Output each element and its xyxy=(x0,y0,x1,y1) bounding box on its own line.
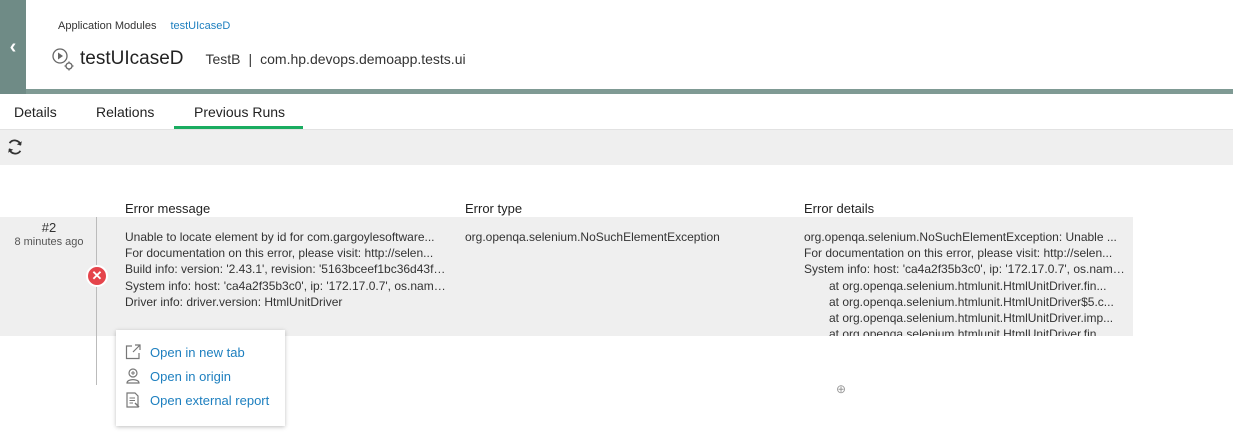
error-details-line: org.openqa.selenium.NoSuchElementExcepti… xyxy=(804,230,1117,244)
column-header-error-type: Error type xyxy=(465,201,523,216)
error-message-line: Driver info: driver.version: HtmlUnitDri… xyxy=(125,295,343,309)
tab-previous-runs[interactable]: Previous Runs xyxy=(174,99,303,129)
run-timeline xyxy=(96,217,97,385)
error-message-line: Unable to locate element by id for com.g… xyxy=(125,230,435,244)
test-class-name: TestB xyxy=(205,51,241,67)
report-icon xyxy=(126,392,140,408)
back-button[interactable]: ‹ xyxy=(0,0,26,94)
error-details-line: at org.openqa.selenium.htmlunit.HtmlUnit… xyxy=(829,327,1107,336)
error-message-line: For documentation on this error, please … xyxy=(125,246,434,260)
menu-item-open-origin[interactable]: Open in origin xyxy=(116,364,285,388)
tab-details[interactable]: Details xyxy=(14,99,74,129)
error-details-line: at org.openqa.selenium.htmlunit.HtmlUnit… xyxy=(829,278,1107,293)
run-context-menu: Open in new tab Open in origin Open exte… xyxy=(116,330,285,426)
column-header-error-details: Error details xyxy=(804,201,875,216)
run-number: #2 xyxy=(41,220,57,235)
error-details-line: at org.openqa.selenium.htmlunit.HtmlUnit… xyxy=(829,294,1114,309)
page-title: testUIcaseD xyxy=(80,48,184,69)
run-time: 8 minutes ago xyxy=(14,236,84,248)
title-separator: | xyxy=(248,51,253,67)
automated-test-icon xyxy=(52,48,74,71)
breadcrumb-application-modules[interactable]: Application Modules xyxy=(58,20,156,32)
tab-relations[interactable]: Relations xyxy=(96,99,174,129)
menu-item-open-new-tab[interactable]: Open in new tab xyxy=(116,340,285,364)
failed-status-icon[interactable]: ✕ xyxy=(86,265,108,287)
crosshair-icon: ⊕ xyxy=(836,382,847,396)
error-message-line: Build info: version: '2.43.1', revision:… xyxy=(125,262,450,276)
chevron-left-icon: ‹ xyxy=(9,35,17,58)
external-link-icon xyxy=(125,344,141,360)
menu-item-open-external-report[interactable]: Open external report xyxy=(116,388,285,412)
error-details: org.openqa.selenium.NoSuchElementExcepti… xyxy=(804,229,1128,336)
breadcrumb-current[interactable]: testUIcaseD xyxy=(170,20,230,32)
runs-toolbar xyxy=(0,129,1233,165)
menu-item-label: Open in new tab xyxy=(150,344,245,360)
title-row: testUIcaseD TestB | com.hp.devops.demoap… xyxy=(50,46,466,72)
menu-item-label: Open in origin xyxy=(150,368,231,384)
origin-icon xyxy=(126,368,140,384)
error-details-line: at org.openqa.selenium.htmlunit.HtmlUnit… xyxy=(829,311,1114,326)
breadcrumb: Application Modules testUIcaseD xyxy=(58,20,230,32)
test-package-name: com.hp.devops.demoapp.tests.ui xyxy=(260,51,466,67)
tab-bar: Details Relations Previous Runs xyxy=(0,99,303,129)
error-type: org.openqa.selenium.NoSuchElementExcepti… xyxy=(465,230,720,244)
error-details-line: For documentation on this error, please … xyxy=(804,246,1113,261)
error-details-line: System info: host: 'ca4a2f35b3c0', ip: '… xyxy=(804,262,1128,277)
error-message-line: System info: host: 'ca4a2f35b3c0', ip: '… xyxy=(125,279,450,293)
menu-item-label: Open external report xyxy=(150,392,270,408)
refresh-icon[interactable] xyxy=(6,138,24,156)
page-header: ‹ Application Modules testUIcaseD testUI… xyxy=(0,0,1233,94)
column-header-error-message: Error message xyxy=(125,201,211,216)
